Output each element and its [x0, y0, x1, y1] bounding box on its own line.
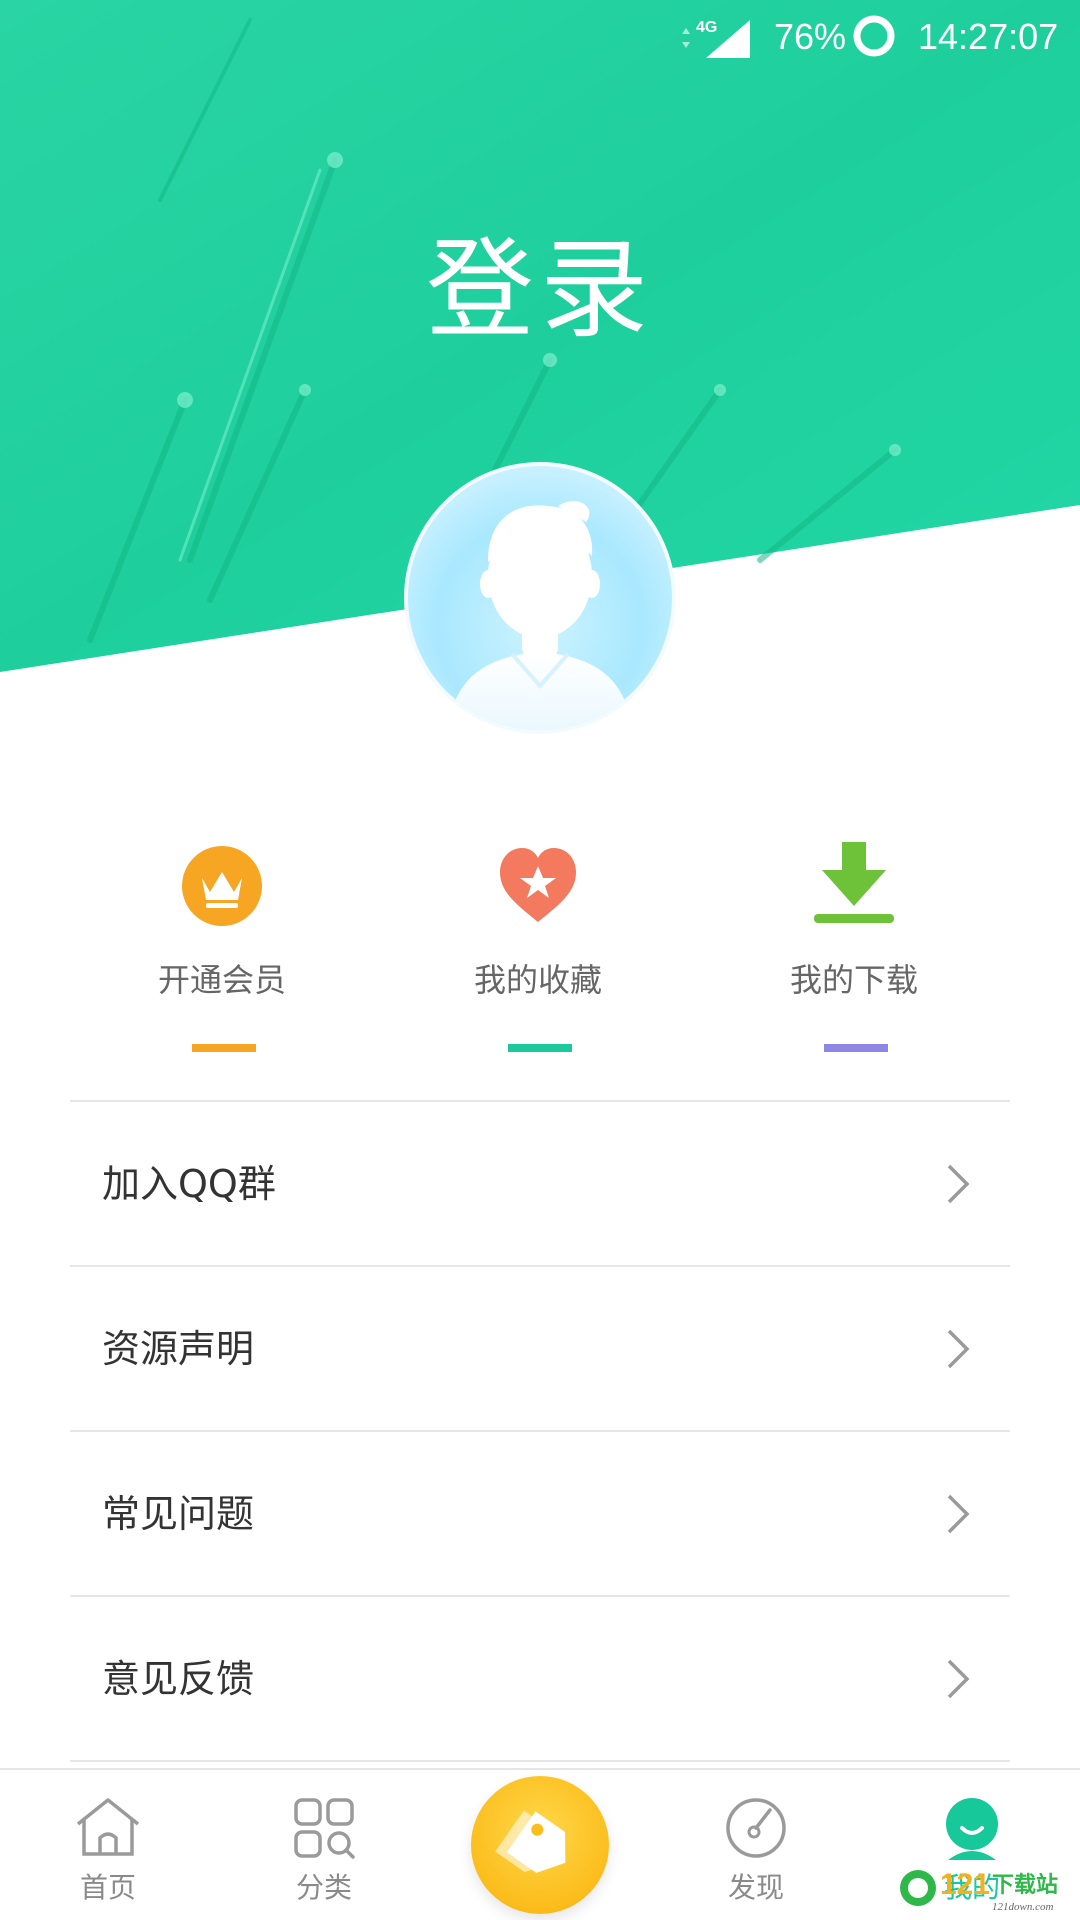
battery-ring-icon	[853, 15, 895, 57]
my-downloads-button[interactable]: 我的下载	[734, 830, 974, 1060]
svg-text:121down.com: 121down.com	[992, 1901, 1053, 1913]
user-face-icon	[946, 1798, 998, 1860]
default-user-icon	[448, 501, 632, 730]
tab-discover[interactable]: 发现	[648, 1770, 864, 1920]
center-tag-button[interactable]	[471, 1776, 609, 1914]
my-profile-page: 4G 76% 14:27:07 登录 开通会员 我的收藏 我的下载 加入QQ群 …	[0, 0, 1080, 1920]
home-icon	[76, 1798, 140, 1856]
menu-item-label: 意见反馈	[102, 1656, 255, 1701]
downloads-underline	[824, 1044, 888, 1052]
menu-item-feedback[interactable]: 意见反馈	[70, 1595, 1010, 1762]
svg-text:121: 121	[940, 1868, 990, 1901]
signal-4g-icon: 4G	[682, 19, 750, 58]
settings-menu: 加入QQ群 资源声明 常见问题 意见反馈	[70, 1100, 1010, 1762]
tab-discover-label: 发现	[727, 1871, 784, 1904]
chevron-right-icon	[947, 1164, 970, 1203]
crown-icon	[182, 846, 262, 926]
chevron-right-icon	[947, 1329, 970, 1368]
my-favorites-button[interactable]: 我的收藏	[418, 830, 658, 1060]
heart-star-icon	[500, 848, 576, 922]
watermark-logo-icon: 121 下载站 121down.com	[900, 1868, 1058, 1913]
menu-item-resource-statement[interactable]: 资源声明	[70, 1265, 1010, 1430]
login-button[interactable]: 登录	[0, 226, 1080, 356]
quick-actions: 开通会员 我的收藏 我的下载	[0, 830, 1080, 1070]
status-time: 14:27:07	[918, 16, 1059, 57]
favorites-underline	[508, 1044, 572, 1052]
my-downloads-label: 我的下载	[789, 961, 918, 999]
download-icon	[814, 842, 894, 923]
vip-membership-label: 开通会员	[157, 961, 286, 999]
avatar[interactable]	[404, 462, 676, 734]
chevron-right-icon	[947, 1494, 970, 1533]
vip-underline	[192, 1044, 256, 1052]
tab-category[interactable]: 分类	[216, 1770, 432, 1920]
network-type-label: 4G	[696, 19, 717, 36]
tab-category-label: 分类	[295, 1871, 352, 1904]
grid-search-icon	[294, 1798, 355, 1859]
menu-item-join-qq-group[interactable]: 加入QQ群	[70, 1100, 1010, 1265]
menu-item-label: 常见问题	[102, 1491, 255, 1536]
tab-home[interactable]: 首页	[0, 1770, 216, 1920]
tab-home-label: 首页	[79, 1871, 136, 1904]
status-bar: 4G 76% 14:27:07	[0, 0, 1080, 74]
battery-percent: 76%	[774, 16, 847, 57]
svg-text:下载站: 下载站	[992, 1872, 1058, 1898]
vip-membership-button[interactable]: 开通会员	[102, 830, 342, 1060]
menu-item-faq[interactable]: 常见问题	[70, 1430, 1010, 1595]
compass-icon	[726, 1798, 786, 1858]
my-favorites-label: 我的收藏	[473, 961, 602, 999]
menu-item-label: 资源声明	[102, 1326, 255, 1371]
chevron-right-icon	[947, 1659, 970, 1698]
site-watermark: 121 下载站 121down.com	[896, 1858, 1076, 1914]
tag-icon	[495, 1810, 566, 1873]
menu-item-label: 加入QQ群	[102, 1161, 276, 1206]
